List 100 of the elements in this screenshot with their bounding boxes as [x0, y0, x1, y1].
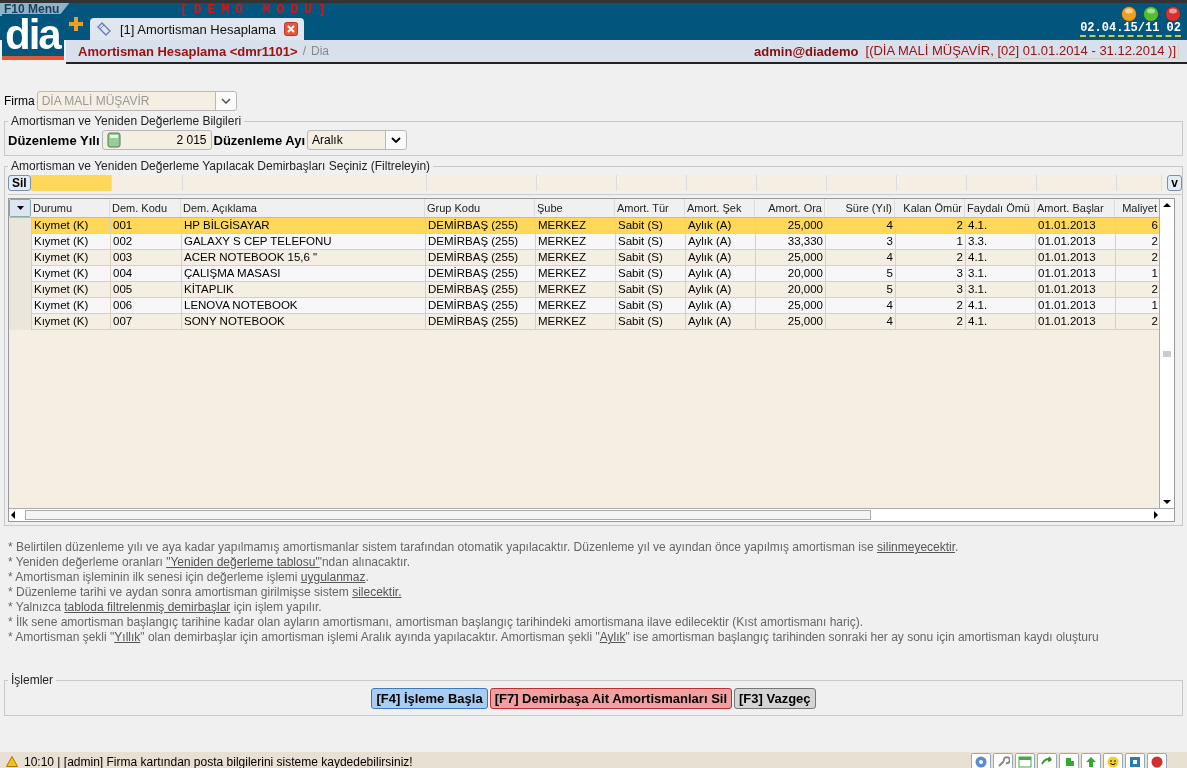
table-cell: 4.1. [966, 314, 1036, 330]
column-header[interactable]: Grup Kodu [425, 199, 535, 217]
column-header[interactable]: Amort. Başlar [1035, 199, 1115, 217]
table-cell: SONY NOTEBOOK [182, 314, 426, 330]
smiley-icon[interactable] [1106, 755, 1120, 768]
column-header[interactable]: Amort. Tür [615, 199, 685, 217]
group-title: Amortisman ve Yeniden Değerleme Yapılacak Demirbaşları Seçiniz (Filtreleyin) [10, 159, 432, 173]
table-cell: 25,000 [756, 314, 826, 330]
table-row[interactable]: Kıymet (K) 003 ACER NOTEBOOK 15,6 " DEMİRBAŞ (255) MERKEZ Sabit (S) Aylık (A) 25,000 4 2 4.1. 01.01.2013 2 [9, 250, 1159, 266]
table-cell: MERKEZ [536, 314, 616, 330]
group-title: İşlemler [10, 673, 54, 687]
horizontal-scrollbar[interactable] [9, 508, 1174, 521]
filter-field[interactable] [182, 175, 427, 191]
column-header[interactable]: Şube [535, 199, 615, 217]
help-icon[interactable] [974, 755, 988, 768]
filter-field[interactable] [30, 175, 112, 191]
table-cell: Aylık (A) [686, 314, 756, 330]
filter-field[interactable] [1036, 175, 1117, 191]
filter-field[interactable] [756, 175, 827, 191]
vertical-scrollbar[interactable] [1159, 199, 1174, 508]
document-tab[interactable]: [1] Amortisman Hesaplama [90, 18, 305, 40]
close-icon[interactable] [284, 22, 299, 36]
column-header[interactable]: Amort. Ora [755, 199, 825, 217]
link[interactable]: silinmeyecektir [877, 540, 956, 554]
filter-field[interactable] [966, 175, 1037, 191]
filter-field[interactable] [686, 175, 757, 191]
filter-field[interactable] [896, 175, 967, 191]
status-light-icon[interactable] [1165, 6, 1181, 22]
wrench-icon[interactable] [996, 755, 1010, 768]
user-name: admin@diademo [754, 43, 859, 59]
link[interactable]: "Yeniden değerleme tablosu" [166, 555, 320, 569]
group-title: Amortisman ve Yeniden Değerleme Bilgileri [10, 114, 243, 128]
column-header[interactable]: Amort. Şek [685, 199, 755, 217]
company-period: [(DİA MALİ MÜŞAVİR, [02] 01.01.2014 - 31.12.2014 )] [863, 43, 1179, 59]
filter-field[interactable] [826, 175, 897, 191]
breadcrumb-separator: / [302, 44, 306, 58]
info-note: * Yeniden değerleme oranları "Yeniden değerleme tablosu"'ndan alınacaktır. [8, 555, 411, 570]
info-note: * Amortisman işleminin ilk senesi için değerleme işlemi uygulanmaz. [8, 570, 370, 585]
link[interactable]: silecektir. [352, 585, 402, 599]
table-cell: 4 [826, 314, 896, 330]
firm-label: Firma [4, 94, 35, 108]
table-row[interactable]: Kıymet (K) 002 GALAXY S CEP TELEFONU DEMİRBAŞ (255) MERKEZ Sabit (S) Aylık (A) 33,330 3 1 3.3. 01.01.2013 2 [9, 234, 1159, 250]
clear-filter-button[interactable]: Sil [8, 175, 31, 191]
table-cell: DEMİRBAŞ (255) [426, 314, 536, 330]
demo-mode-label: [DEMO MODU] [180, 3, 332, 16]
table-row[interactable]: Kıymet (K) 006 LENOVA NOTEBOOK DEMİRBAŞ (255) MERKEZ Sabit (S) Aylık (A) 25,000 4 2 4.1. 01.01.2013 1 [9, 298, 1159, 314]
link[interactable]: Yıllık [114, 630, 141, 644]
link[interactable]: uygulanmaz [300, 570, 366, 584]
grip-icon [1163, 350, 1171, 357]
columns-button[interactable]: v [1167, 175, 1182, 191]
column-header[interactable]: Durumu [31, 199, 110, 217]
link[interactable]: tabloda filtrelenmiş demirbaşlar [64, 600, 231, 614]
year-field[interactable]: 2 015 [101, 130, 212, 150]
column-header[interactable]: Dem. Kodu [110, 199, 181, 217]
info-note: * Amortisman şekli "Yıllık" olan demirbaşlar için amortisman işlemi Aralık ayında yapılacaktır. Amortisman şekli "Aylık" ise amortisman başlangıç tarihinden sonraki her ay sonu için amortisman kaydı oluşturu [8, 630, 1100, 645]
action-button[interactable]: [F3] Vazgeç [734, 688, 816, 709]
table-cell: 007 [111, 314, 182, 330]
column-header[interactable]: Faydalı Ömü [965, 199, 1035, 217]
logo: dia [2, 14, 64, 60]
link[interactable]: Aylık [599, 630, 626, 644]
info-note: * Düzenleme tarihi ve aydan sonra amortisman girilmişse sistem silecektir. [8, 585, 403, 600]
capsule-icon [96, 21, 112, 37]
filter-field[interactable] [426, 175, 537, 191]
upload-icon[interactable] [1084, 755, 1098, 768]
month-label: Düzenleme Ayı [213, 132, 306, 148]
info-note: * Belirtilen düzenleme yılı ve aya kadar yapılmamış amortismanlar sistem tarafından otomatik yapılacaktır. Düzenleme yıl ve ayından önce yapılmış amortisman ise silinmeyecektir. [8, 540, 960, 555]
filter-field[interactable] [111, 175, 183, 191]
page-title: Amortisman Hesaplama <dmr1101> [78, 43, 298, 59]
column-menu-button[interactable] [9, 199, 31, 217]
year-label: Düzenleme Yılı [8, 132, 100, 148]
arrow-left-icon[interactable] [9, 510, 17, 520]
action-button[interactable]: [F7] Demirbaşa Ait Amortismanları Sil [489, 688, 733, 709]
filter-field[interactable] [616, 175, 687, 191]
info-note: * İlk sene amortisman başlangıç tarihine kadar olan ayların amortismanı, amortisman başlangıç tarihindeki amortismana ilave edilecektir (Kıst amortismanı hariç). [8, 615, 865, 630]
column-header[interactable]: Süre (Yıl) [825, 199, 895, 217]
table-cell: 2 [896, 314, 966, 330]
plus-icon[interactable] [68, 16, 84, 32]
caret-down-icon [16, 206, 24, 210]
stop-icon[interactable] [1150, 755, 1164, 768]
table-cell: Kıymet (K) [32, 314, 111, 330]
table-row[interactable]: Kıymet (K) 007 SONY NOTEBOOK DEMİRBAŞ (255) MERKEZ Sabit (S) Aylık (A) 25,000 4 2 4.1. 01.01.2013 2 [9, 314, 1159, 330]
arrow-right-icon[interactable] [1152, 510, 1160, 520]
filter-field[interactable] [1116, 175, 1162, 191]
status-light-icon[interactable] [1143, 6, 1159, 22]
info-note: * Yalnızca tabloda filtrelenmiş demirbaşlar için işlem yapılır. [8, 600, 323, 615]
month-dropdown[interactable]: Aralık [307, 130, 408, 150]
column-header[interactable]: Kalan Ömür [895, 199, 965, 217]
table-row[interactable]: Kıymet (K) 004 ÇALIŞMA MASASI DEMİRBAŞ (255) MERKEZ Sabit (S) Aylık (A) 20,000 5 3 3.1. 01.01.2013 1 [9, 266, 1159, 282]
status-light-icon[interactable] [1121, 6, 1137, 22]
status-message: 10:10 | [admin] Firma kartından posta bilgilerini sisteme kaydedebilirsiniz! [24, 754, 413, 768]
table-row[interactable]: Kıymet (K) 005 KİTAPLIK DEMİRBAŞ (255) MERKEZ Sabit (S) Aylık (A) 20,000 5 3 3.1. 01.01.2013 2 [9, 282, 1159, 298]
action-button[interactable]: [F4] İşleme Başla [371, 688, 488, 709]
filter-field[interactable] [536, 175, 617, 191]
table-row[interactable]: Kıymet (K) 001 HP BİLGİSAYAR DEMİRBAŞ (255) MERKEZ Sabit (S) Aylık (A) 25,000 4 2 4.1. 01.01.2013 6 [9, 218, 1159, 234]
table-cell: Sabit (S) [616, 314, 686, 330]
chevron-down-icon [220, 98, 231, 104]
column-header[interactable]: Dem. Açıklama [181, 199, 425, 217]
chevron-down-icon [391, 137, 402, 143]
window-icon[interactable] [1018, 755, 1032, 768]
warning-icon [6, 756, 18, 767]
